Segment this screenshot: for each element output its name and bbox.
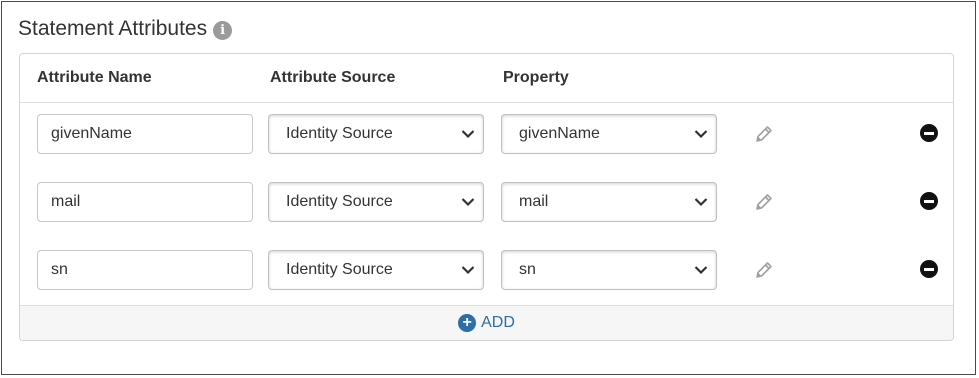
pencil-icon[interactable] (753, 191, 775, 213)
chevron-down-icon (694, 266, 708, 275)
add-button-label: ADD (481, 314, 515, 331)
pencil-icon[interactable] (753, 123, 775, 145)
attribute-source-select[interactable]: Identity Source (268, 114, 484, 154)
property-select[interactable]: sn (501, 250, 717, 290)
property-value: sn (519, 261, 536, 278)
table-row: sn Identity Source sn (20, 250, 953, 292)
table-header: Attribute Name Attribute Source Property (20, 54, 953, 103)
property-select[interactable]: mail (501, 182, 717, 222)
statement-attributes-window: Statement Attributes i Attribute Name At… (1, 1, 976, 375)
chevron-down-icon (461, 130, 475, 139)
property-select[interactable]: givenName (501, 114, 717, 154)
column-header-attribute-name: Attribute Name (37, 69, 152, 86)
attribute-source-value: Identity Source (286, 125, 393, 142)
table-row: mail Identity Source mail (20, 182, 953, 224)
chevron-down-icon (461, 198, 475, 207)
remove-icon[interactable] (920, 124, 938, 142)
plus-circle-icon: + (458, 314, 477, 332)
property-value: mail (519, 193, 549, 210)
chevron-down-icon (694, 198, 708, 207)
remove-icon[interactable] (920, 192, 938, 210)
attribute-name-input[interactable]: mail (37, 182, 253, 222)
add-button[interactable]: + ADD (458, 314, 515, 332)
pencil-icon[interactable] (753, 259, 775, 281)
section-header: Statement Attributes i (18, 14, 233, 44)
chevron-down-icon (461, 266, 475, 275)
info-icon[interactable]: i (213, 21, 233, 40)
property-value: givenName (519, 125, 600, 142)
attribute-source-select[interactable]: Identity Source (268, 250, 484, 290)
remove-icon[interactable] (920, 260, 938, 278)
attributes-table: Attribute Name Attribute Source Property… (19, 53, 954, 341)
section-title: Statement Attributes (18, 17, 208, 40)
attribute-source-value: Identity Source (286, 193, 393, 210)
table-footer: + ADD (20, 305, 953, 340)
attribute-source-value: Identity Source (286, 261, 393, 278)
table-row: givenName Identity Source givenName (20, 114, 953, 156)
column-header-attribute-source: Attribute Source (270, 69, 396, 86)
column-header-property: Property (503, 69, 569, 86)
attribute-name-input[interactable]: givenName (37, 114, 253, 154)
attribute-name-input[interactable]: sn (37, 250, 253, 290)
chevron-down-icon (694, 130, 708, 139)
attribute-source-select[interactable]: Identity Source (268, 182, 484, 222)
